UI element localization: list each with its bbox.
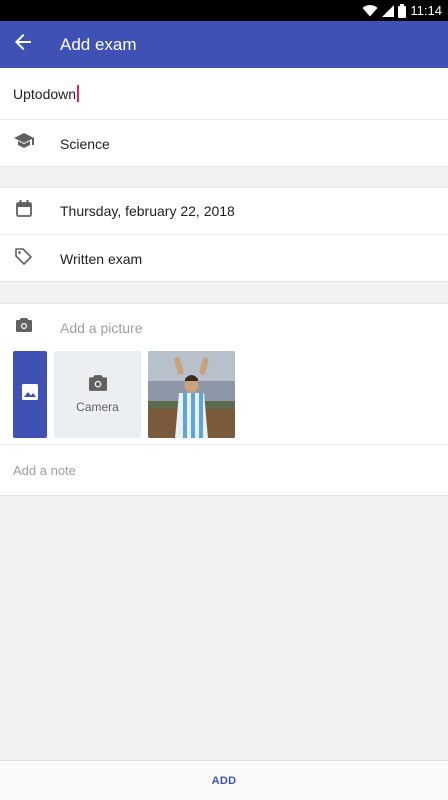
app-bar: Add exam xyxy=(0,21,448,68)
arrow-back-icon xyxy=(15,34,31,55)
note-field[interactable]: Add a note xyxy=(0,444,448,497)
date-row[interactable]: Thursday, february 22, 2018 xyxy=(0,188,448,234)
exam-name-value: Uptodown xyxy=(13,85,77,102)
add-picture-placeholder: Add a picture xyxy=(60,319,143,336)
camera-button[interactable]: Camera xyxy=(54,351,141,438)
subject-row[interactable]: Science xyxy=(0,120,448,167)
photo-thumbnail[interactable] xyxy=(148,351,235,438)
add-picture-row[interactable]: Add a picture xyxy=(0,304,448,351)
add-button[interactable]: ADD xyxy=(196,769,253,793)
wifi-icon xyxy=(362,4,378,17)
exam-name-field[interactable]: Uptodown xyxy=(0,68,448,119)
signal-icon xyxy=(382,4,395,17)
picture-tiles: Camera xyxy=(13,351,235,438)
camera-label: Camera xyxy=(76,400,119,414)
status-time: 11:14 xyxy=(410,3,442,18)
battery-icon xyxy=(398,3,407,18)
exam-type-row[interactable]: Written exam xyxy=(0,235,448,282)
back-button[interactable] xyxy=(0,21,46,68)
exam-info-card: Uptodown Science xyxy=(0,68,448,167)
exam-type-label: Written exam xyxy=(60,250,143,267)
calendar-icon xyxy=(15,200,32,222)
note-placeholder: Add a note xyxy=(13,463,76,478)
photo-image xyxy=(148,351,235,438)
attachments-card: Add a picture Camera Add a note xyxy=(0,303,448,496)
tag-icon xyxy=(15,247,32,270)
camera-icon xyxy=(88,375,107,400)
school-icon xyxy=(13,133,34,154)
image-icon xyxy=(22,384,38,405)
exam-details-card: Thursday, february 22, 2018 Written exam xyxy=(0,187,448,282)
page-title: Add exam xyxy=(60,34,137,54)
text-cursor xyxy=(77,85,79,102)
date-label: Thursday, february 22, 2018 xyxy=(60,203,235,219)
subject-label: Science xyxy=(60,135,110,152)
bottom-bar: ADD xyxy=(0,760,448,800)
status-bar: 11:14 xyxy=(0,0,448,21)
camera-icon xyxy=(15,318,32,337)
gallery-button[interactable] xyxy=(13,351,47,438)
